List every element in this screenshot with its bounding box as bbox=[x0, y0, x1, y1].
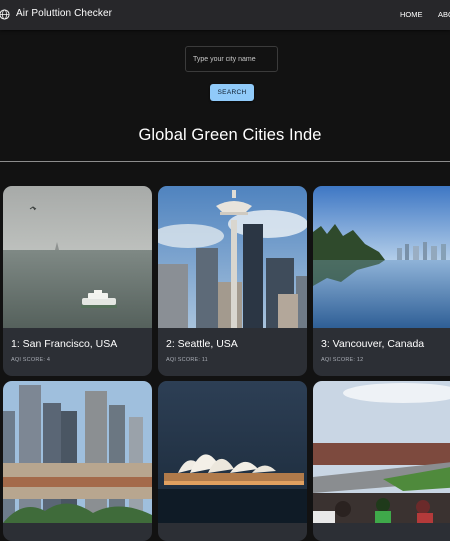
city-name: 3: Vancouver, Canada bbox=[321, 338, 425, 350]
san-francisco-bay-image bbox=[3, 186, 152, 328]
seattle-space-needle-image bbox=[158, 186, 307, 328]
sydney-opera-house-image bbox=[158, 381, 307, 523]
search-button[interactable]: SEARCH bbox=[210, 84, 254, 101]
city-card-6[interactable] bbox=[313, 381, 450, 541]
app-brand-title[interactable]: Air Poluttion Checker bbox=[16, 8, 112, 19]
city-search-input[interactable] bbox=[185, 46, 278, 72]
race-track-crowd-image bbox=[313, 381, 450, 523]
nav-about-link[interactable]: ABOUT bbox=[438, 10, 450, 19]
city-card-vancouver[interactable]: 3: Vancouver, Canada AQI SCORE: 12 bbox=[313, 186, 450, 376]
globe-logo-icon bbox=[0, 9, 10, 20]
app-navbar: Air Poluttion Checker HOME ABOUT bbox=[0, 0, 450, 30]
vancouver-waterfront-image bbox=[313, 186, 450, 328]
city-card-seattle[interactable]: 2: Seattle, USA AQI SCORE: 11 bbox=[158, 186, 307, 376]
city-card-san-francisco[interactable]: 1: San Francisco, USA AQI SCORE: 4 bbox=[3, 186, 152, 376]
nav-home-link[interactable]: HOME bbox=[400, 10, 423, 19]
melbourne-skyline-image bbox=[3, 381, 152, 523]
section-divider bbox=[0, 161, 450, 162]
city-card-5[interactable] bbox=[158, 381, 307, 541]
city-card-4[interactable] bbox=[3, 381, 152, 541]
city-name: 1: San Francisco, USA bbox=[11, 338, 118, 350]
page-title: Global Green Cities Inde bbox=[138, 126, 322, 144]
city-name: 2: Seattle, USA bbox=[166, 338, 238, 350]
aqi-score: AQI SCORE: 12 bbox=[321, 357, 364, 363]
aqi-score: AQI SCORE: 4 bbox=[11, 357, 51, 363]
aqi-score: AQI SCORE: 11 bbox=[166, 357, 208, 363]
